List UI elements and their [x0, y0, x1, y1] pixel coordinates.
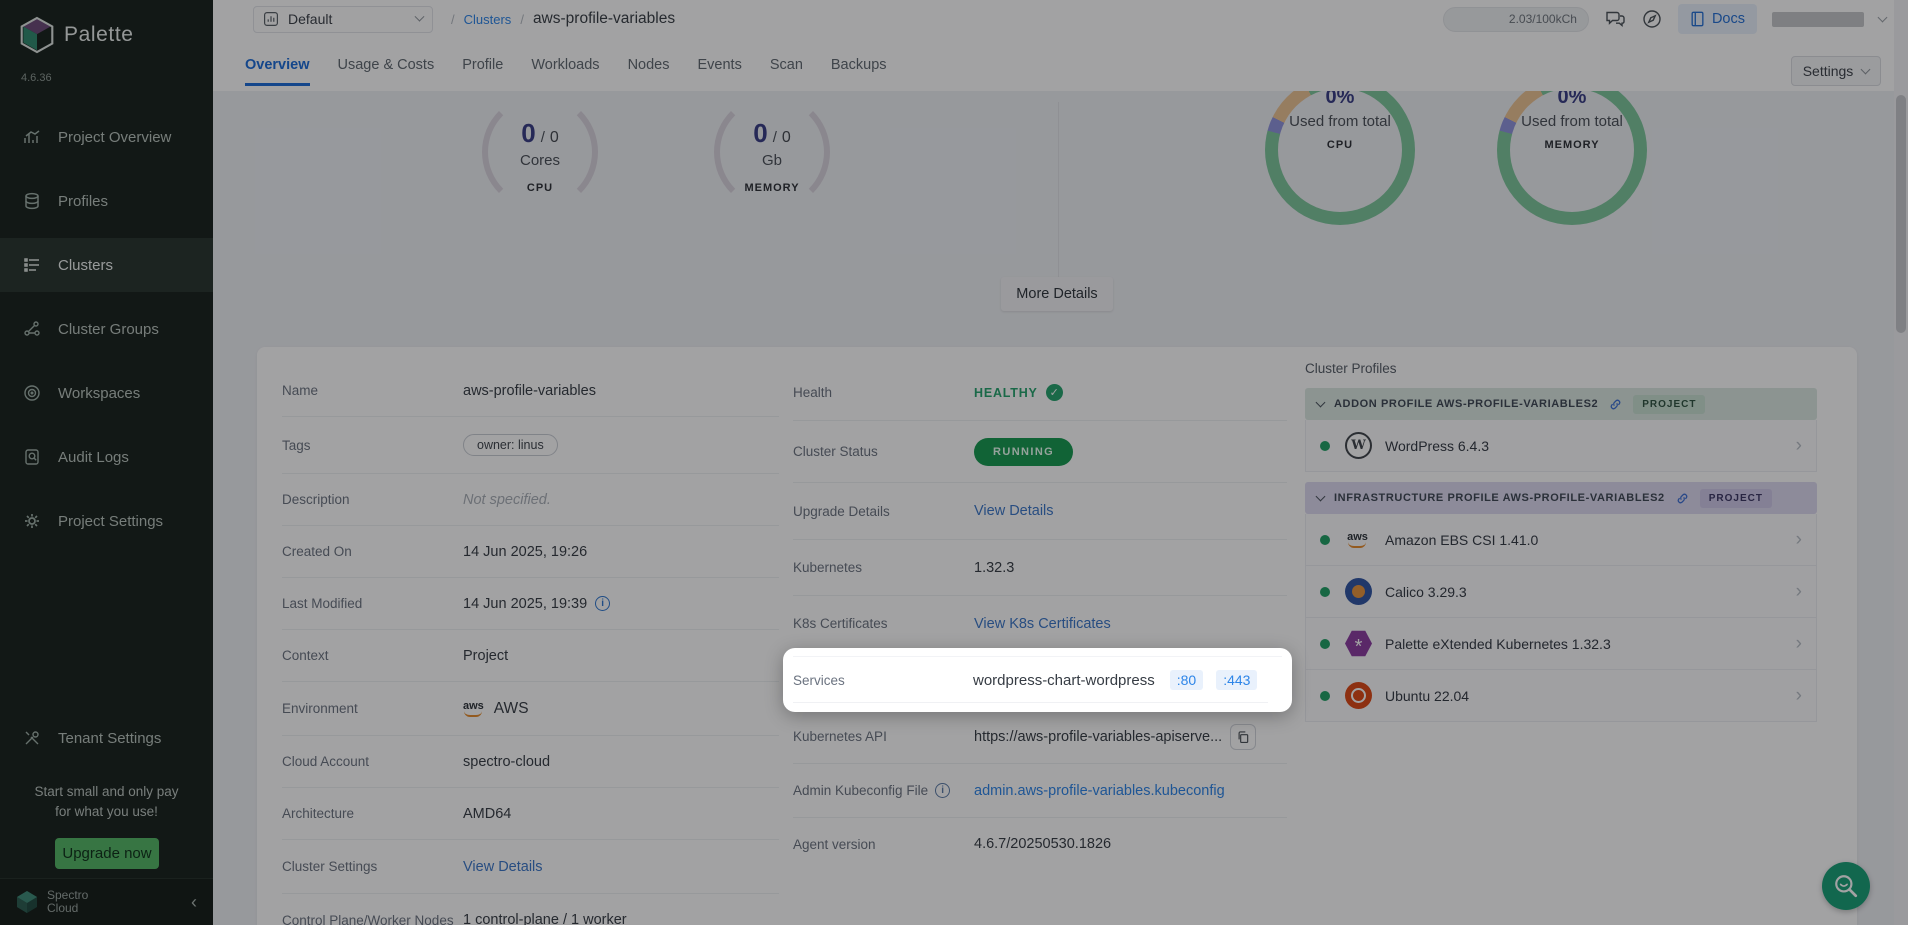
- service-port-443-link[interactable]: :443: [1216, 670, 1257, 690]
- services-value: wordpress-chart-wordpress: [973, 672, 1155, 689]
- services-label: Services: [793, 673, 973, 688]
- dim-overlay: [0, 0, 1908, 925]
- service-port-80-link[interactable]: :80: [1170, 670, 1203, 690]
- services-spotlight-row: Services wordpress-chart-wordpress :80 :…: [783, 648, 1292, 712]
